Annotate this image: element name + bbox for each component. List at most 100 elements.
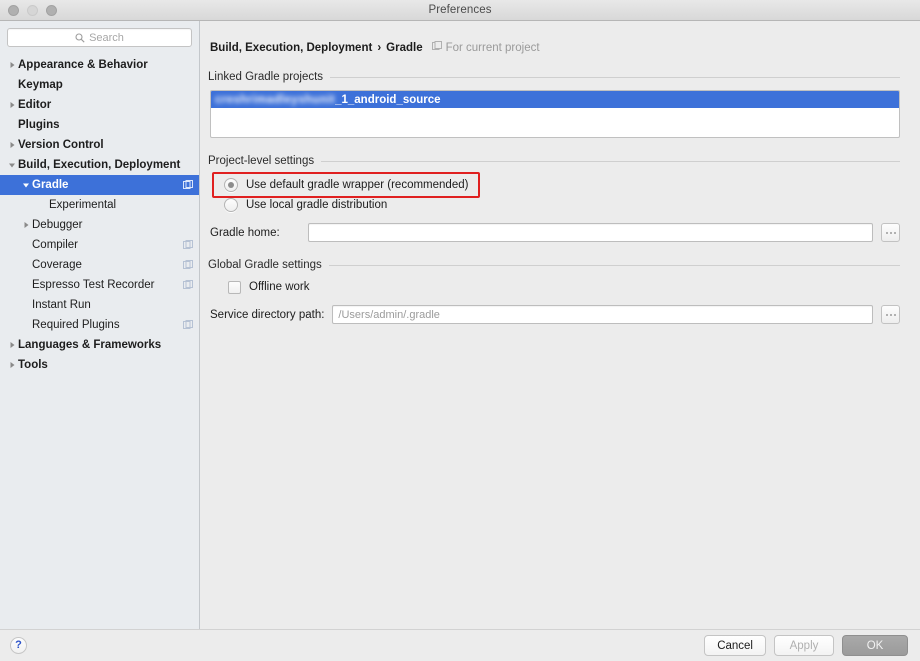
sidebar-item-label: Tools xyxy=(18,359,48,371)
sidebar-item-label: Build, Execution, Deployment xyxy=(18,159,180,171)
sidebar-item-espresso-test-recorder[interactable]: Espresso Test Recorder xyxy=(0,275,199,295)
linked-projects-group-header: Linked Gradle projects xyxy=(208,71,910,83)
service-directory-browse-button[interactable] xyxy=(881,305,900,324)
sidebar-item-instant-run[interactable]: Instant Run xyxy=(0,295,199,315)
chevron-right-icon[interactable] xyxy=(6,141,18,149)
group-divider xyxy=(330,77,900,78)
project-name-suffix: _1_android_source xyxy=(335,94,440,106)
search-placeholder: Search xyxy=(89,32,124,44)
radio-use-default-wrapper[interactable]: Use default gradle wrapper (recommended) xyxy=(224,175,910,195)
sidebar-item-plugins[interactable]: Plugins xyxy=(0,115,199,135)
sidebar-item-debugger[interactable]: Debugger xyxy=(0,215,199,235)
project-scope-icon xyxy=(432,41,442,54)
project-scope-icon xyxy=(183,280,193,290)
project-scope-label: For current project xyxy=(446,42,540,54)
chevron-right-icon[interactable] xyxy=(6,361,18,369)
list-item[interactable]: creshrimadleyshunit_1_android_source xyxy=(211,91,899,108)
sidebar-item-label: Plugins xyxy=(18,119,60,131)
sidebar-item-label: Required Plugins xyxy=(32,319,120,331)
window-title: Preferences xyxy=(0,4,920,16)
sidebar-item-coverage[interactable]: Coverage xyxy=(0,255,199,275)
sidebar-item-keymap[interactable]: Keymap xyxy=(0,75,199,95)
global-settings-title: Global Gradle settings xyxy=(208,259,322,271)
breadcrumb: Build, Execution, Deployment › Gradle Fo… xyxy=(210,41,910,54)
gradle-home-row: Gradle home: xyxy=(210,223,900,242)
service-directory-row: Service directory path: /Users/admin/.gr… xyxy=(210,305,900,324)
offline-work-row[interactable]: Offline work xyxy=(228,277,910,297)
help-button[interactable]: ? xyxy=(10,637,27,654)
group-divider xyxy=(321,161,900,162)
sidebar-item-label: Espresso Test Recorder xyxy=(32,279,155,291)
dialog-footer: ? Cancel Apply OK xyxy=(0,629,920,661)
chevron-right-icon[interactable] xyxy=(6,101,18,109)
chevron-right-icon[interactable] xyxy=(20,221,32,229)
sidebar-item-label: Languages & Frameworks xyxy=(18,339,161,351)
traffic-light-group xyxy=(8,0,57,20)
project-scope-icon xyxy=(183,180,193,190)
gradle-home-browse-button[interactable] xyxy=(881,223,900,242)
sidebar-item-appearance-behavior[interactable]: Appearance & Behavior xyxy=(0,55,199,75)
sidebar-item-editor[interactable]: Editor xyxy=(0,95,199,115)
service-directory-input[interactable]: /Users/admin/.gradle xyxy=(332,305,873,324)
linked-projects-title: Linked Gradle projects xyxy=(208,71,323,83)
offline-work-checkbox[interactable] xyxy=(228,281,241,294)
linked-projects-list[interactable]: creshrimadleyshunit_1_android_source xyxy=(210,90,900,138)
group-divider xyxy=(329,265,900,266)
sidebar-item-experimental[interactable]: Experimental xyxy=(0,195,199,215)
settings-sidebar: Search Appearance & Behavior Keymap Editor… xyxy=(0,21,200,629)
project-scope-icon xyxy=(183,240,193,250)
ok-button[interactable]: OK xyxy=(842,635,908,656)
chevron-down-icon[interactable] xyxy=(6,162,18,169)
apply-button[interactable]: Apply xyxy=(774,635,834,656)
preferences-window: Preferences Search Appearance & Behavior… xyxy=(0,0,920,661)
project-level-title: Project-level settings xyxy=(208,155,314,167)
gradle-home-input[interactable] xyxy=(308,223,873,242)
chevron-right-icon[interactable] xyxy=(6,61,18,69)
dialog-button-group: Cancel Apply OK xyxy=(704,635,908,656)
sidebar-item-label: Editor xyxy=(18,99,51,111)
search-icon xyxy=(75,33,85,43)
sidebar-item-label: Experimental xyxy=(49,199,116,211)
breadcrumb-separator: › xyxy=(377,42,381,54)
radio-default-wrapper-indicator[interactable] xyxy=(224,178,238,192)
project-scope-indicator: For current project xyxy=(432,41,540,54)
window-titlebar: Preferences xyxy=(0,0,920,21)
service-directory-label: Service directory path: xyxy=(210,309,324,321)
settings-tree: Appearance & Behavior Keymap Editor Plugins… xyxy=(0,55,199,375)
radio-default-wrapper-label: Use default gradle wrapper (recommended) xyxy=(246,179,468,191)
sidebar-item-gradle[interactable]: Gradle xyxy=(0,175,199,195)
minimize-button-icon[interactable] xyxy=(27,5,38,16)
sidebar-item-label: Coverage xyxy=(32,259,82,271)
breadcrumb-current: Gradle xyxy=(386,42,422,54)
sidebar-item-languages-frameworks[interactable]: Languages & Frameworks xyxy=(0,335,199,355)
offline-work-label: Offline work xyxy=(249,281,310,293)
radio-local-distribution-indicator[interactable] xyxy=(224,198,238,212)
settings-detail-panel: Build, Execution, Deployment › Gradle Fo… xyxy=(200,21,920,629)
sidebar-item-required-plugins[interactable]: Required Plugins xyxy=(0,315,199,335)
sidebar-item-label: Compiler xyxy=(32,239,78,251)
sidebar-item-label: Version Control xyxy=(18,139,104,151)
sidebar-item-label: Debugger xyxy=(32,219,83,231)
cancel-button[interactable]: Cancel xyxy=(704,635,766,656)
project-level-group-header: Project-level settings xyxy=(208,155,910,167)
global-settings-group-header: Global Gradle settings xyxy=(208,259,910,271)
sidebar-item-version-control[interactable]: Version Control xyxy=(0,135,199,155)
radio-use-local-distribution[interactable]: Use local gradle distribution xyxy=(224,195,910,215)
sidebar-item-label: Keymap xyxy=(18,79,63,91)
sidebar-item-compiler[interactable]: Compiler xyxy=(0,235,199,255)
chevron-down-icon[interactable] xyxy=(20,182,32,189)
zoom-button-icon[interactable] xyxy=(46,5,57,16)
search-input[interactable]: Search xyxy=(7,28,192,47)
window-body: Search Appearance & Behavior Keymap Editor… xyxy=(0,21,920,629)
sidebar-item-tools[interactable]: Tools xyxy=(0,355,199,375)
close-button-icon[interactable] xyxy=(8,5,19,16)
radio-local-distribution-label: Use local gradle distribution xyxy=(246,199,387,211)
chevron-right-icon[interactable] xyxy=(6,341,18,349)
project-scope-icon xyxy=(183,260,193,270)
project-scope-icon xyxy=(183,320,193,330)
sidebar-item-label: Instant Run xyxy=(32,299,91,311)
sidebar-item-label: Appearance & Behavior xyxy=(18,59,148,71)
project-name-redacted: creshrimadleyshunit xyxy=(215,94,335,106)
sidebar-item-build-execution-deployment[interactable]: Build, Execution, Deployment xyxy=(0,155,199,175)
breadcrumb-parent[interactable]: Build, Execution, Deployment xyxy=(210,42,372,54)
